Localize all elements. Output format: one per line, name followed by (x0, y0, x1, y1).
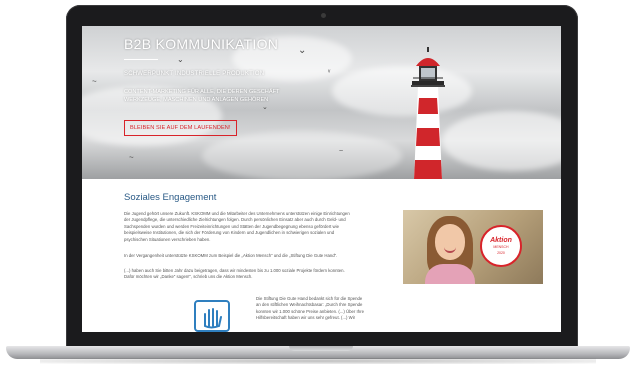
body-paragraph: Die Stiftung Die Gute Hand bedankt sich … (256, 296, 364, 321)
badge-word: Aktion (490, 236, 512, 244)
girl-face (435, 224, 465, 260)
camera-icon (321, 13, 326, 18)
newsletter-cta-button[interactable]: BLEIBEN SIE AUF DEM LAUFENDEN! (124, 120, 237, 136)
section-title: Soziales Engagement (124, 192, 217, 203)
hero-description-line: CONTENT-MARKETING FÜR ALLE, DIE DEREN GE… (124, 89, 280, 95)
seagull-icon: ⌄ (298, 45, 307, 56)
hero-subtitle: SCHWERPUNKT INDUSTRIELLE PRODUKTION (124, 71, 265, 77)
body-paragraph: In der Vergangenheit unterstützte KSKOMM… (124, 253, 338, 258)
badge-year: 2020 (497, 251, 505, 256)
seagull-icon: ᵛ (328, 69, 331, 76)
hero-divider (124, 59, 158, 60)
badge-subword: MENSCH (493, 244, 509, 249)
aktion-mensch-photo: Aktion MENSCH 2020 (403, 210, 543, 284)
hero-description-line: WERKZEUGE, MASCHINEN UND ANLAGEN GEHÖREN (124, 97, 269, 103)
body-paragraph: Die Jugend gehört unsere Zukunft. KSKOMM… (124, 211, 350, 242)
content-section: Soziales Engagement Die Jugend gehört un… (82, 179, 561, 332)
aktion-mensch-badge: Aktion MENSCH 2020 (480, 225, 522, 267)
seagull-icon: ~ (339, 148, 344, 155)
laptop-shadow (40, 358, 596, 364)
hero-description: CONTENT-MARKETING FÜR ALLE, DIE DEREN GE… (124, 88, 354, 104)
hero-title: B2B KOMMUNIKATION (124, 36, 279, 52)
seagull-icon: ⌄ (262, 104, 268, 111)
gute-hand-logo-icon (194, 300, 230, 332)
seagull-icon: ⌄ (177, 55, 184, 64)
body-paragraph: (...) haben auch Sie bitten Jahr dazu be… (124, 268, 345, 280)
seagull-icon: ~ (129, 153, 134, 162)
hero-banner: B2B KOMMUNIKATION SCHWERPUNKT INDUSTRIEL… (82, 26, 561, 179)
browser-viewport: B2B KOMMUNIKATION SCHWERPUNKT INDUSTRIEL… (82, 26, 561, 332)
girl-shirt (425, 264, 475, 284)
laptop-notch (289, 346, 353, 351)
seagull-icon: ~ (92, 77, 97, 86)
